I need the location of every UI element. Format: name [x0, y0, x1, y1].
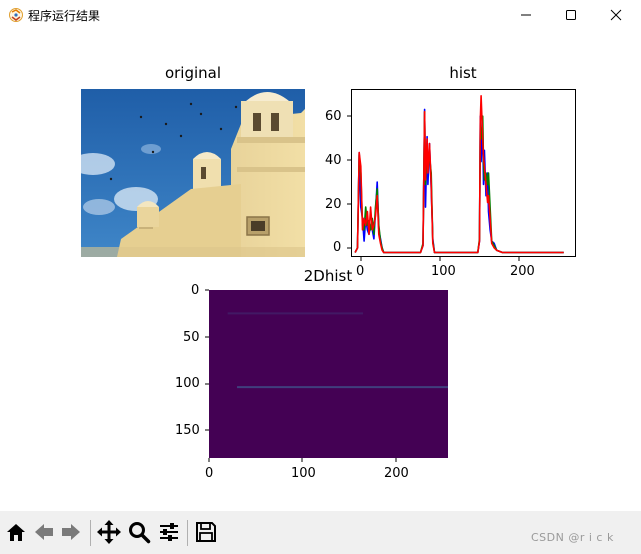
matplotlib-toolbar: CSDN @r i c k — [0, 511, 641, 554]
maximize-icon — [566, 10, 576, 20]
home-button[interactable] — [3, 519, 29, 545]
save-icon — [196, 522, 216, 542]
toolbar-separator — [90, 520, 91, 546]
forward-button[interactable] — [58, 519, 84, 545]
subplot-title-hist: hist — [449, 64, 477, 82]
zoom-button[interactable] — [126, 519, 152, 545]
zoom-icon — [129, 522, 151, 544]
back-button[interactable] — [31, 519, 57, 545]
2dhist-x-tick-label: 100 — [291, 466, 316, 481]
close-button[interactable] — [593, 0, 639, 30]
python-app-icon — [9, 8, 23, 22]
2dhist-y-tick-label: 50 — [183, 330, 200, 345]
subplot-title-2dhist: 2Dhist — [303, 267, 353, 285]
configure-subplots-button[interactable] — [156, 519, 182, 545]
pan-icon — [97, 520, 121, 544]
2dhist-tick-marks — [205, 289, 397, 462]
save-button[interactable] — [193, 519, 219, 545]
2dhist-x-tick-label: 0 — [205, 466, 214, 481]
forward-icon — [62, 524, 80, 540]
close-icon — [610, 9, 622, 21]
hist-tick-marks — [347, 115, 520, 261]
original-image — [81, 89, 305, 257]
window-titlebar: 程序运行结果 — [0, 0, 641, 30]
2dhist-x-tick-label: 200 — [384, 466, 409, 481]
pan-button[interactable] — [96, 519, 122, 545]
minimize-button[interactable] — [503, 0, 549, 30]
minimize-icon — [521, 14, 531, 16]
2dhist-y-tick-label: 0 — [191, 283, 200, 298]
configure-subplots-icon — [160, 523, 178, 541]
subplot-title-original: original — [164, 64, 222, 82]
home-icon — [7, 524, 25, 541]
back-icon — [35, 524, 53, 540]
toolbar-separator — [187, 520, 188, 546]
csdn-watermark: CSDN @r i c k — [531, 531, 614, 544]
window-title: 程序运行结果 — [28, 9, 101, 23]
2dhist-y-tick-label: 150 — [175, 423, 200, 438]
2dhist-y-tick-label: 100 — [175, 376, 200, 391]
maximize-button[interactable] — [548, 0, 594, 30]
